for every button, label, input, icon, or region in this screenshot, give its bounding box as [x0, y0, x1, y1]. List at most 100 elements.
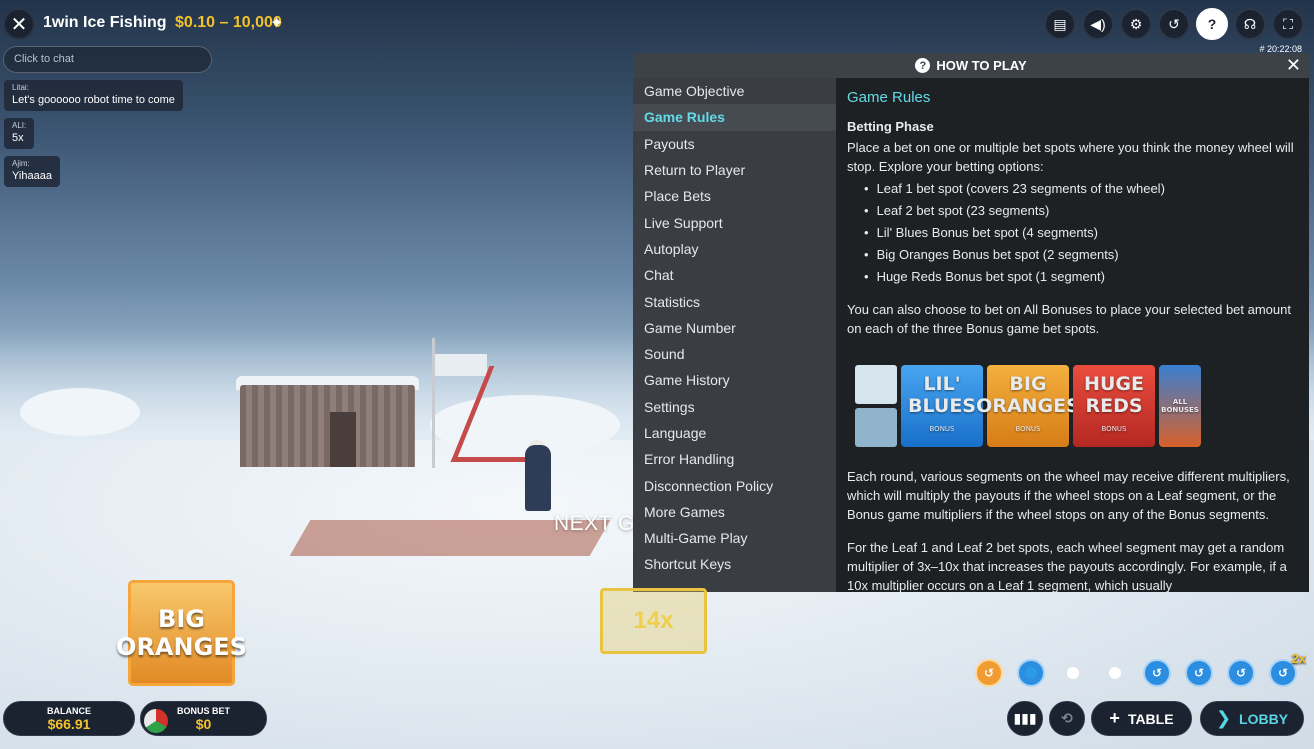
- list-item: Leaf 1 bet spot (covers 23 segments of t…: [864, 179, 1298, 198]
- nav-multi-game-play[interactable]: Multi-Game Play: [633, 525, 836, 551]
- close-icon: ✕: [10, 13, 28, 36]
- help-nav: Game Objective Game Rules Payouts Return…: [633, 78, 836, 592]
- table-button[interactable]: + TABLE: [1091, 701, 1192, 736]
- history-button[interactable]: ↺: [1158, 8, 1190, 40]
- nav-chat[interactable]: Chat: [633, 262, 836, 288]
- nav-game-objective[interactable]: Game Objective: [633, 78, 836, 104]
- lobby-icon: ❯: [1215, 708, 1232, 728]
- nav-sound[interactable]: Sound: [633, 341, 836, 367]
- nav-settings[interactable]: Settings: [633, 394, 836, 420]
- chat-message: Litai: Let's goooooo robot time to come: [4, 80, 183, 111]
- plus-icon: +: [1109, 708, 1120, 728]
- repeat-icon: ⟲: [1061, 710, 1073, 726]
- history-result-blue: ↺: [1143, 659, 1171, 687]
- balance-label: BALANCE: [47, 706, 91, 716]
- balance-value: $66.91: [47, 716, 91, 732]
- nav-error-handling[interactable]: Error Handling: [633, 446, 836, 472]
- nav-game-rules[interactable]: Game Rules: [633, 104, 836, 131]
- fullscreen-icon: ⛶: [1283, 15, 1293, 32]
- game-title: 1win Ice Fishing $0.10 – 10,000: [43, 14, 282, 32]
- table-label: TABLE: [1127, 710, 1174, 727]
- nav-language[interactable]: Language: [633, 420, 836, 446]
- tile-label: ALL BONUSES: [1161, 397, 1199, 414]
- content-intro: Place a bet on one or multiple bet spots…: [847, 140, 1294, 174]
- big-oranges-promo-tile: BIG ORANGES: [116, 580, 247, 686]
- bar-chart-icon: ▮▮▮: [1013, 710, 1037, 726]
- chat-text: Yihaaaa: [12, 170, 52, 182]
- tile-bonus-label: BONUS: [1101, 424, 1127, 433]
- help-content[interactable]: Game Rules Betting Phase Place a bet on …: [836, 78, 1309, 592]
- history-result-blue: ↺: [1185, 659, 1213, 687]
- how-to-play-title: HOW TO PLAY: [936, 58, 1027, 73]
- bet-range: $0.10 – 10,000: [175, 14, 282, 31]
- tile-label: LIL' BLUES: [907, 372, 976, 417]
- sound-icon: ◀): [1090, 15, 1106, 32]
- support-button[interactable]: ☊: [1234, 8, 1266, 40]
- nav-return-to-player[interactable]: Return to Player: [633, 157, 836, 183]
- history-result-dot: [1059, 659, 1087, 687]
- nav-more-games[interactable]: More Games: [633, 499, 836, 525]
- ice-hut: [240, 385, 415, 467]
- chat-user: ALI:: [12, 121, 27, 130]
- history-result-dot: [1017, 659, 1045, 687]
- nav-live-support[interactable]: Live Support: [633, 209, 836, 235]
- history-result-orange: ↺: [975, 659, 1003, 687]
- chat-text: 5x: [12, 132, 24, 144]
- nav-game-number[interactable]: Game Number: [633, 315, 836, 341]
- balance-display: BALANCE $66.91: [3, 701, 135, 736]
- chat-input[interactable]: Click to chat: [3, 46, 212, 73]
- sound-button[interactable]: ◀): [1082, 8, 1114, 40]
- list-item: Huge Reds Bonus bet spot (1 segment): [864, 267, 1298, 286]
- nav-payouts[interactable]: Payouts: [633, 131, 836, 157]
- close-how-to-play-button[interactable]: ✕: [1286, 55, 1301, 76]
- bonus-bet-display: BONUS BET $0: [140, 701, 267, 736]
- statistics-button[interactable]: ▮▮▮: [1007, 701, 1043, 736]
- gear-icon: ⚙: [1129, 15, 1143, 32]
- huge-reds-tile: HUGE REDS BONUS: [1073, 364, 1155, 447]
- chat-icon: ▤: [1053, 15, 1067, 32]
- nav-statistics[interactable]: Statistics: [633, 288, 836, 314]
- fullscreen-button[interactable]: ⛶: [1272, 8, 1304, 40]
- headset-icon: ☊: [1243, 15, 1257, 32]
- settings-button[interactable]: ⚙: [1120, 8, 1152, 40]
- tile-bonus-label: BONUS: [929, 424, 955, 433]
- how-to-play-header: ? HOW TO PLAY ✕: [633, 53, 1309, 78]
- tile-bonus-label: BONUS: [1015, 424, 1041, 433]
- favorite-sparkle-icon[interactable]: ✦: [270, 13, 283, 33]
- tile-label: BIG ORANGES: [976, 372, 1080, 417]
- nav-shortcut-keys[interactable]: Shortcut Keys: [633, 551, 836, 577]
- tile-label: HUGE REDS: [1084, 372, 1144, 417]
- history-multiplier-badge: 2x: [1291, 651, 1306, 666]
- history-result-dot: [1101, 659, 1129, 687]
- bet-spot-illustration: LIL' BLUES BONUS BIG ORANGES BONUS HUGE …: [855, 364, 1298, 447]
- history-result-blue: ↺: [1227, 659, 1255, 687]
- big-oranges-tile: BIG ORANGES BONUS: [976, 364, 1080, 447]
- flag: [435, 354, 487, 376]
- top-toolbar: ▤ ◀) ⚙ ↺ ? ☊ ⛶: [1044, 8, 1304, 40]
- ice-hut-door: [330, 412, 356, 467]
- help-button[interactable]: ?: [1196, 8, 1228, 40]
- chat-text: Let's goooooo robot time to come: [12, 94, 175, 106]
- repeat-bet-button[interactable]: ⟲: [1049, 701, 1085, 736]
- history-icon: ↺: [1168, 15, 1180, 32]
- results-history: ↺ ↺ ↺ ↺ ↺: [975, 659, 1297, 687]
- game-name: 1win Ice Fishing: [43, 14, 167, 31]
- lobby-button[interactable]: ❯ LOBBY: [1200, 701, 1304, 736]
- list-item: Leaf 2 bet spot (23 segments): [864, 201, 1298, 220]
- help-icon: ?: [1207, 16, 1217, 32]
- leaf-random-text: For the Leaf 1 and Leaf 2 bet spots, eac…: [847, 540, 1287, 592]
- how-to-play-panel: ? HOW TO PLAY ✕ Game Objective Game Rule…: [633, 53, 1309, 592]
- multiplier-tile: 14x: [600, 588, 707, 654]
- nav-autoplay[interactable]: Autoplay: [633, 236, 836, 262]
- chat-button[interactable]: ▤: [1044, 8, 1076, 40]
- chat-message: ALI: 5x: [4, 118, 35, 149]
- lobby-label: LOBBY: [1239, 710, 1289, 727]
- nav-place-bets[interactable]: Place Bets: [633, 183, 836, 209]
- bet-spot-list: Leaf 1 bet spot (covers 23 segments of t…: [864, 179, 1298, 286]
- all-bonuses-text: You can also choose to bet on All Bonuse…: [847, 302, 1291, 336]
- promo-line: ORANGES: [116, 633, 247, 661]
- nav-game-history[interactable]: Game History: [633, 367, 836, 393]
- nav-disconnection-policy[interactable]: Disconnection Policy: [633, 472, 836, 498]
- chips-icon: [144, 709, 168, 733]
- close-game-button[interactable]: ✕: [3, 8, 35, 40]
